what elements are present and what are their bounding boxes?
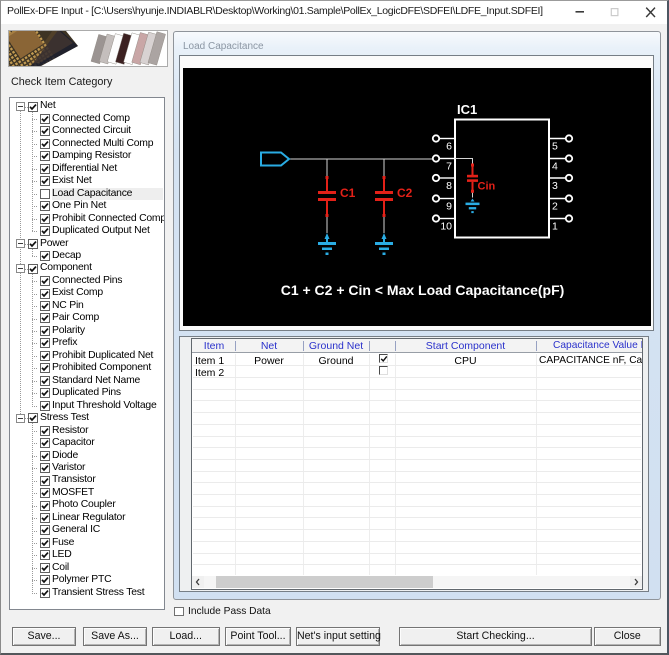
svg-text:IC1: IC1 xyxy=(457,102,477,117)
svg-text:6: 6 xyxy=(446,141,452,153)
svg-text:3: 3 xyxy=(552,180,558,192)
svg-text:10: 10 xyxy=(440,221,452,233)
svg-text:C1 + C2 + Cin < Max Load Capac: C1 + C2 + Cin < Max Load Capacitance(pF) xyxy=(281,282,565,298)
svg-text:1: 1 xyxy=(552,221,558,233)
svg-text:4: 4 xyxy=(552,161,558,173)
svg-text:5: 5 xyxy=(552,141,558,153)
svg-text:9: 9 xyxy=(446,201,452,213)
svg-text:2: 2 xyxy=(552,201,558,213)
svg-text:7: 7 xyxy=(446,161,452,173)
svg-text:8: 8 xyxy=(446,180,452,192)
svg-text:Cin: Cin xyxy=(478,181,496,193)
svg-text:C2: C2 xyxy=(397,186,413,200)
svg-text:C1: C1 xyxy=(340,186,356,200)
